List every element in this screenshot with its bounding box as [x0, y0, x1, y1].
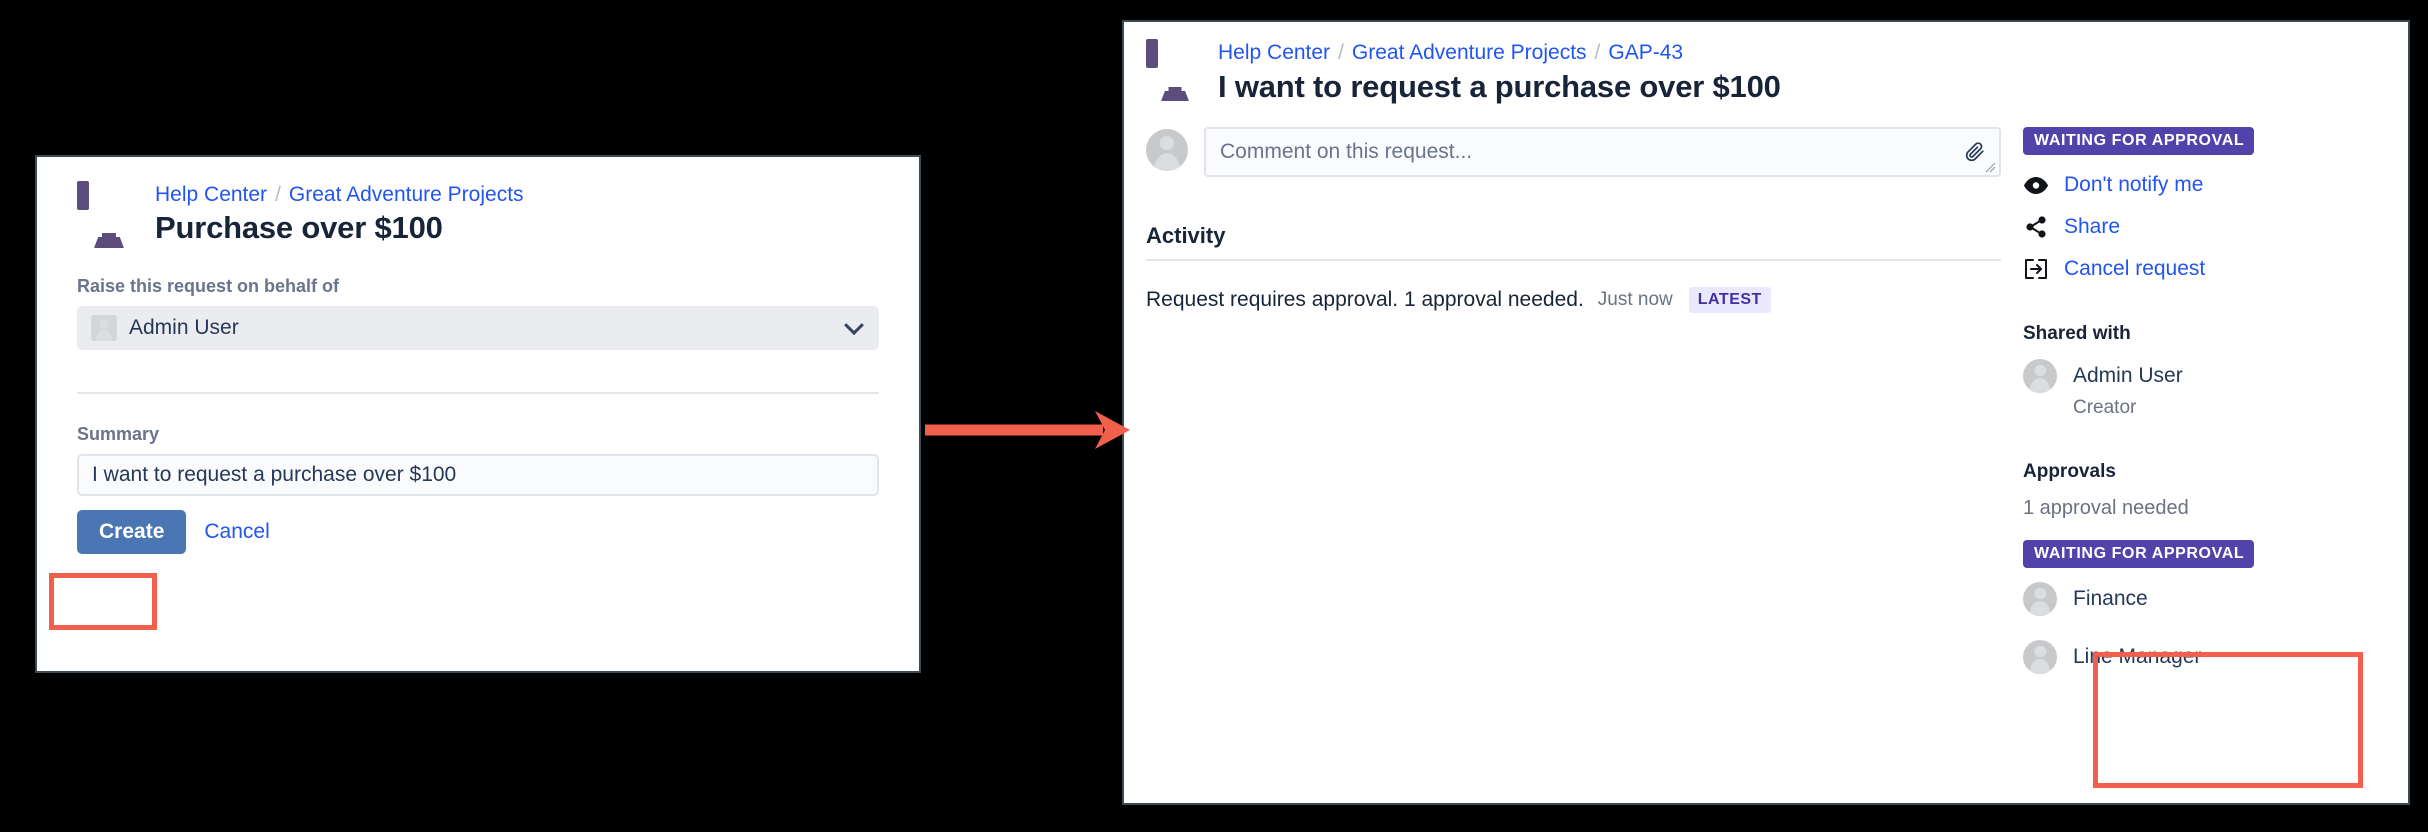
activity-text: Request requires approval. 1 approval ne…	[1146, 288, 1584, 311]
cancel-request-label[interactable]: Cancel request	[2064, 257, 2205, 281]
breadcrumb-item-project[interactable]: Great Adventure Projects	[1352, 41, 1587, 64]
approver-name: Finance	[2073, 587, 2148, 610]
page-title: I want to request a purchase over $100	[1218, 69, 1781, 104]
approver-name: Line Manager	[2073, 645, 2202, 668]
cancel-request-button[interactable]: Cancel request	[2023, 257, 2370, 281]
behalf-field-label: Raise this request on behalf of	[77, 276, 340, 296]
raise-on-behalf-select[interactable]: Admin User	[77, 306, 879, 350]
activity-heading: Activity	[1146, 223, 1226, 248]
request-sidebar: WAITING FOR APPROVAL Don't notify me Sha…	[2001, 127, 2370, 674]
breadcrumb: Help Center / Great Adventure Projects	[155, 183, 524, 207]
avatar	[2023, 582, 2057, 616]
breadcrumb: Help Center / Great Adventure Projects / GAP…	[1218, 40, 1781, 65]
resize-handle-icon[interactable]	[1984, 161, 1996, 173]
share-button[interactable]: Share	[2023, 215, 2370, 239]
activity-item: Request requires approval. 1 approval ne…	[1146, 287, 2001, 313]
breadcrumb-item-help-center[interactable]: Help Center	[155, 183, 267, 206]
breadcrumb-separator: /	[1594, 41, 1601, 64]
right-panel-header: Help Center / Great Adventure Projects / GAP…	[1146, 39, 2370, 105]
page-title: Purchase over $100	[155, 210, 443, 245]
eye-icon	[2023, 176, 2049, 194]
paperclip-icon[interactable]	[1965, 142, 1985, 162]
breadcrumb-separator: /	[1338, 41, 1344, 64]
latest-badge: LATEST	[1688, 287, 1771, 313]
divider	[1146, 259, 2001, 261]
create-request-panel: Help Center / Great Adventure Projects Pur…	[35, 155, 921, 673]
breadcrumb-item-help-center[interactable]: Help Center	[1218, 41, 1330, 64]
approval-status-badge: WAITING FOR APPROVAL	[2023, 540, 2255, 568]
comment-composer: Comment on this request...	[1146, 127, 2001, 177]
avatar	[91, 315, 117, 341]
comment-input[interactable]: Comment on this request...	[1204, 127, 2001, 177]
avatar	[2023, 359, 2057, 393]
avatar	[1146, 129, 1188, 171]
approver-row: Line Manager	[2023, 640, 2370, 674]
monitor-icon	[77, 181, 141, 248]
flow-arrow	[925, 405, 1130, 455]
activity-timestamp: Just now	[1597, 289, 1673, 310]
cancel-request-icon	[2023, 258, 2049, 280]
cancel-button[interactable]: Cancel	[204, 520, 269, 544]
breadcrumb-item-issue-key[interactable]: GAP-43	[1608, 41, 1683, 64]
notify-toggle[interactable]: Don't notify me	[2023, 173, 2370, 197]
approvals-list: WAITING FOR APPROVAL Finance Line Manage…	[2023, 532, 2370, 674]
notify-label[interactable]: Don't notify me	[2064, 173, 2203, 197]
shared-with-heading: Shared with	[2023, 323, 2131, 344]
summary-input[interactable]: I want to request a purchase over $100	[77, 454, 879, 496]
chevron-down-icon	[844, 315, 864, 336]
status-badge: WAITING FOR APPROVAL	[2023, 127, 2255, 155]
share-label[interactable]: Share	[2064, 215, 2120, 239]
divider	[77, 392, 879, 394]
breadcrumb-separator: /	[275, 183, 281, 206]
shared-with-person: Admin User	[2023, 359, 2370, 393]
left-panel-header: Help Center / Great Adventure Projects Pur…	[77, 181, 879, 248]
form-actions: Create Cancel	[77, 510, 879, 554]
share-icon	[2023, 215, 2049, 239]
breadcrumb-item-project[interactable]: Great Adventure Projects	[289, 183, 524, 206]
summary-field-label: Summary	[77, 424, 160, 444]
monitor-icon	[1146, 39, 1204, 101]
comment-placeholder: Comment on this request...	[1220, 140, 1473, 163]
approvals-note: 1 approval needed	[2023, 497, 2189, 519]
create-button[interactable]: Create	[77, 510, 187, 554]
person-name: Admin User	[2073, 364, 2183, 387]
person-role: Creator	[2073, 397, 2137, 418]
avatar	[2023, 640, 2057, 674]
request-detail-panel: Help Center / Great Adventure Projects / GAP…	[1122, 20, 2410, 805]
approver-row: Finance	[2023, 582, 2370, 616]
selected-user-label: Admin User	[129, 316, 239, 339]
approvals-heading: Approvals	[2023, 461, 2116, 482]
request-main-column: Comment on this request... Activity Requ…	[1146, 127, 2001, 313]
